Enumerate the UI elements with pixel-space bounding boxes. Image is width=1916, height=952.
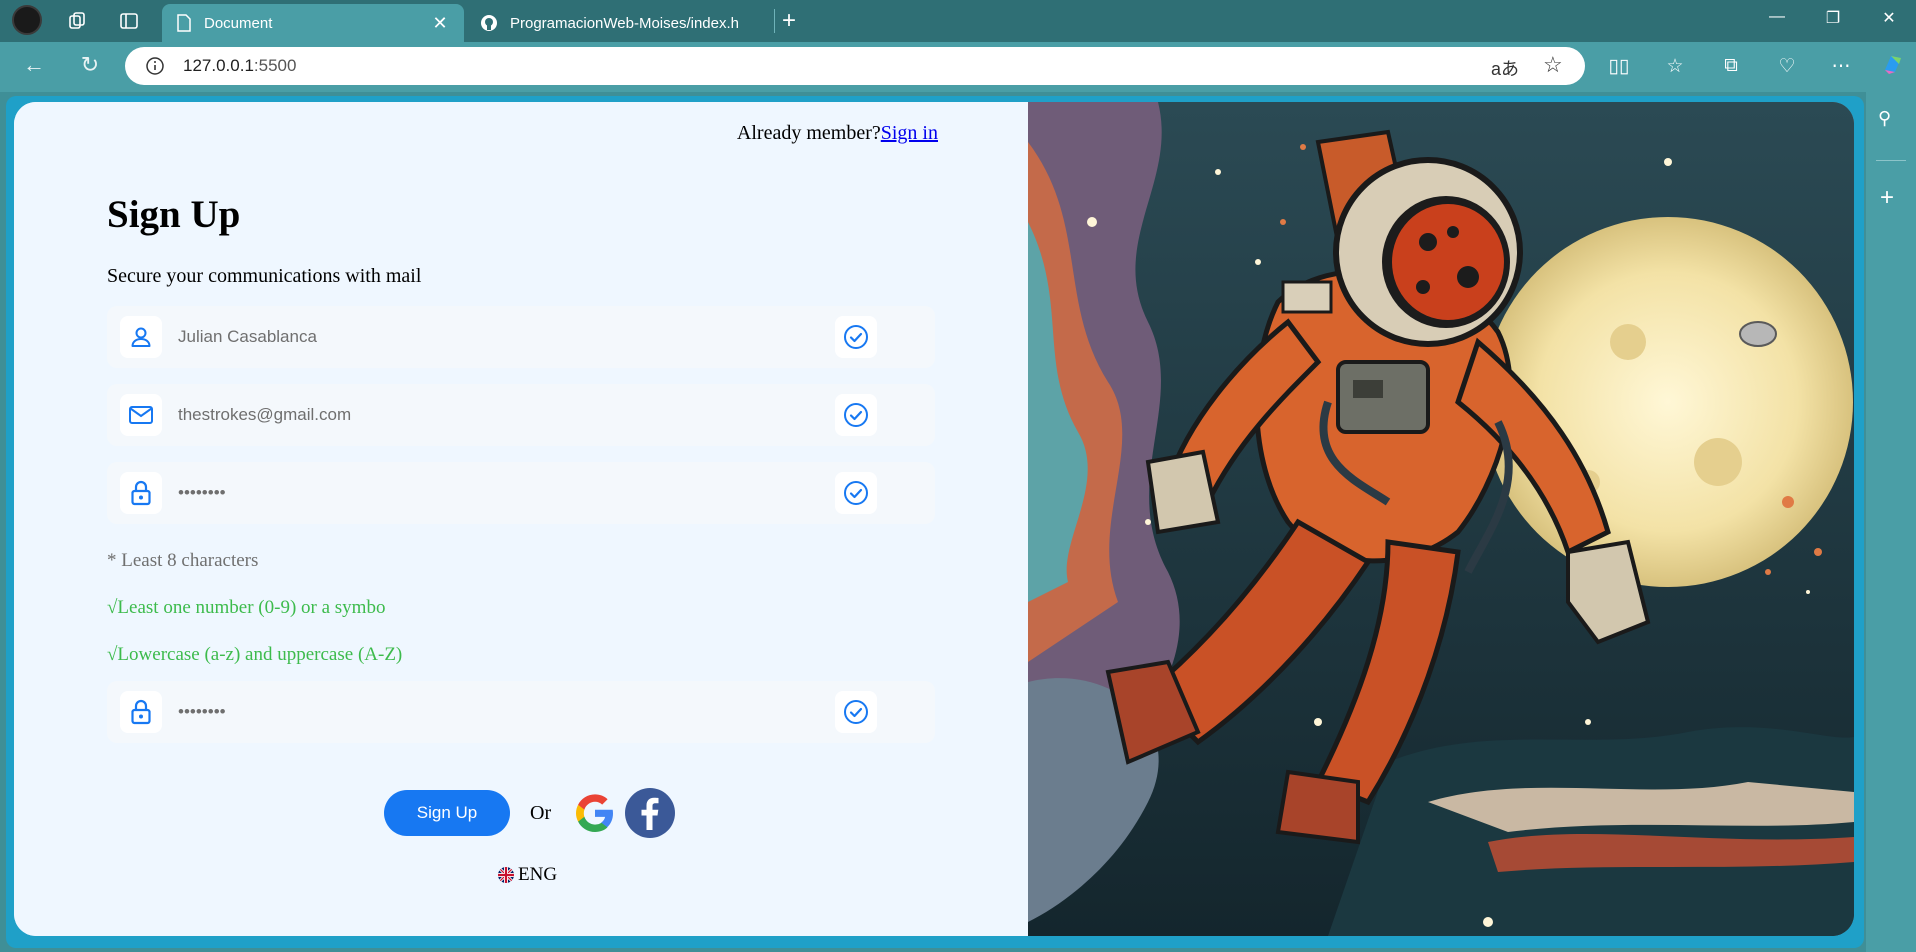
name-field[interactable]: Julian Casablanca bbox=[107, 306, 935, 368]
url-text: 127.0.0.1:5500 bbox=[183, 56, 296, 76]
language-selector[interactable]: ENG bbox=[498, 864, 557, 886]
signup-page: Already member?Sign in Sign Up Secure yo… bbox=[14, 102, 1854, 936]
read-aloud-icon[interactable]: aあ bbox=[1491, 55, 1519, 81]
password-field[interactable]: •••••••• bbox=[107, 462, 935, 524]
add-icon[interactable]: + bbox=[1880, 184, 1894, 212]
page-icon bbox=[177, 14, 191, 32]
new-tab-button[interactable]: + bbox=[774, 6, 804, 36]
lock-icon bbox=[120, 472, 162, 514]
tab-github[interactable]: ProgramacionWeb-Moises/index.h bbox=[466, 4, 762, 42]
uk-flag-icon bbox=[498, 867, 514, 883]
sign-in-link[interactable]: Sign in bbox=[881, 122, 938, 144]
check-circle-icon bbox=[835, 316, 877, 358]
or-label: Or bbox=[530, 801, 552, 824]
email-input[interactable]: thestrokes@gmail.com bbox=[178, 405, 835, 425]
profile-avatar[interactable] bbox=[12, 5, 42, 35]
signup-form-panel: Already member?Sign in Sign Up Secure yo… bbox=[14, 102, 1028, 936]
copilot-icon[interactable] bbox=[1878, 50, 1908, 84]
check-circle-icon bbox=[835, 472, 877, 514]
name-input[interactable]: Julian Casablanca bbox=[178, 327, 835, 347]
signup-button[interactable]: Sign Up bbox=[384, 790, 510, 836]
address-bar[interactable]: 127.0.0.1:5500 aあ ☆ bbox=[125, 47, 1585, 85]
favorite-star-icon[interactable]: ☆ bbox=[1543, 52, 1563, 78]
minimize-button[interactable]: — bbox=[1762, 8, 1792, 26]
browser-essentials-icon[interactable]: ♡ bbox=[1772, 55, 1802, 78]
split-screen-icon[interactable]: ▯▯ bbox=[1604, 55, 1634, 78]
mail-icon bbox=[120, 394, 162, 436]
url-host: 127.0.0.1 bbox=[183, 56, 254, 75]
sidebar-rail: ⚲ + bbox=[1866, 92, 1916, 952]
github-icon bbox=[481, 15, 497, 31]
page-title: Sign Up bbox=[107, 193, 241, 236]
user-icon bbox=[120, 316, 162, 358]
close-window-button[interactable]: ✕ bbox=[1874, 8, 1904, 28]
search-icon[interactable]: ⚲ bbox=[1878, 108, 1891, 129]
rail-divider bbox=[1876, 160, 1906, 161]
restore-button[interactable]: ❐ bbox=[1818, 8, 1848, 28]
page-subtitle: Secure your communications with mail bbox=[107, 265, 422, 287]
lock-icon bbox=[120, 691, 162, 733]
rule-min-length: * Least 8 characters bbox=[107, 550, 259, 571]
password-input[interactable]: •••••••• bbox=[178, 483, 835, 503]
email-field[interactable]: thestrokes@gmail.com bbox=[107, 384, 935, 446]
check-circle-icon bbox=[835, 691, 877, 733]
workspaces-icon[interactable] bbox=[62, 6, 92, 36]
facebook-icon[interactable] bbox=[625, 788, 676, 838]
actions-row: Sign Up Or bbox=[384, 788, 676, 838]
tab-document[interactable]: Document ✕ bbox=[162, 4, 464, 42]
check-circle-icon bbox=[835, 394, 877, 436]
astronaut-illustration bbox=[1028, 102, 1854, 936]
back-button[interactable]: ← bbox=[18, 52, 50, 78]
language-label: ENG bbox=[518, 864, 558, 885]
google-icon[interactable] bbox=[571, 789, 619, 837]
confirm-password-input[interactable]: •••••••• bbox=[178, 702, 835, 722]
tab-title: Document bbox=[204, 14, 273, 32]
already-member-text: Already member? bbox=[736, 122, 881, 144]
collections-icon[interactable]: ⧉ bbox=[1716, 55, 1746, 77]
info-icon[interactable] bbox=[145, 56, 165, 76]
tab-strip: Document ✕ ProgramacionWeb-Moises/index.… bbox=[0, 0, 1916, 42]
tab-title: ProgramacionWeb-Moises/index.h bbox=[510, 14, 739, 32]
refresh-button[interactable]: ↻ bbox=[74, 52, 106, 78]
confirm-password-field[interactable]: •••••••• bbox=[107, 681, 935, 743]
close-icon[interactable]: ✕ bbox=[430, 13, 450, 34]
favorites-icon[interactable]: ☆ bbox=[1660, 55, 1690, 78]
page-viewport: Already member?Sign in Sign Up Secure yo… bbox=[6, 96, 1864, 948]
url-port: :5500 bbox=[253, 56, 297, 75]
already-member: Already member?Sign in bbox=[737, 122, 938, 145]
tab-actions-icon[interactable] bbox=[114, 6, 144, 36]
rule-case: √Lowercase (a-z) and uppercase (A-Z) bbox=[107, 644, 403, 665]
more-menu-icon[interactable]: ⋯ bbox=[1826, 55, 1856, 78]
rule-number-symbol: √Least one number (0-9) or a symbo bbox=[107, 597, 386, 618]
